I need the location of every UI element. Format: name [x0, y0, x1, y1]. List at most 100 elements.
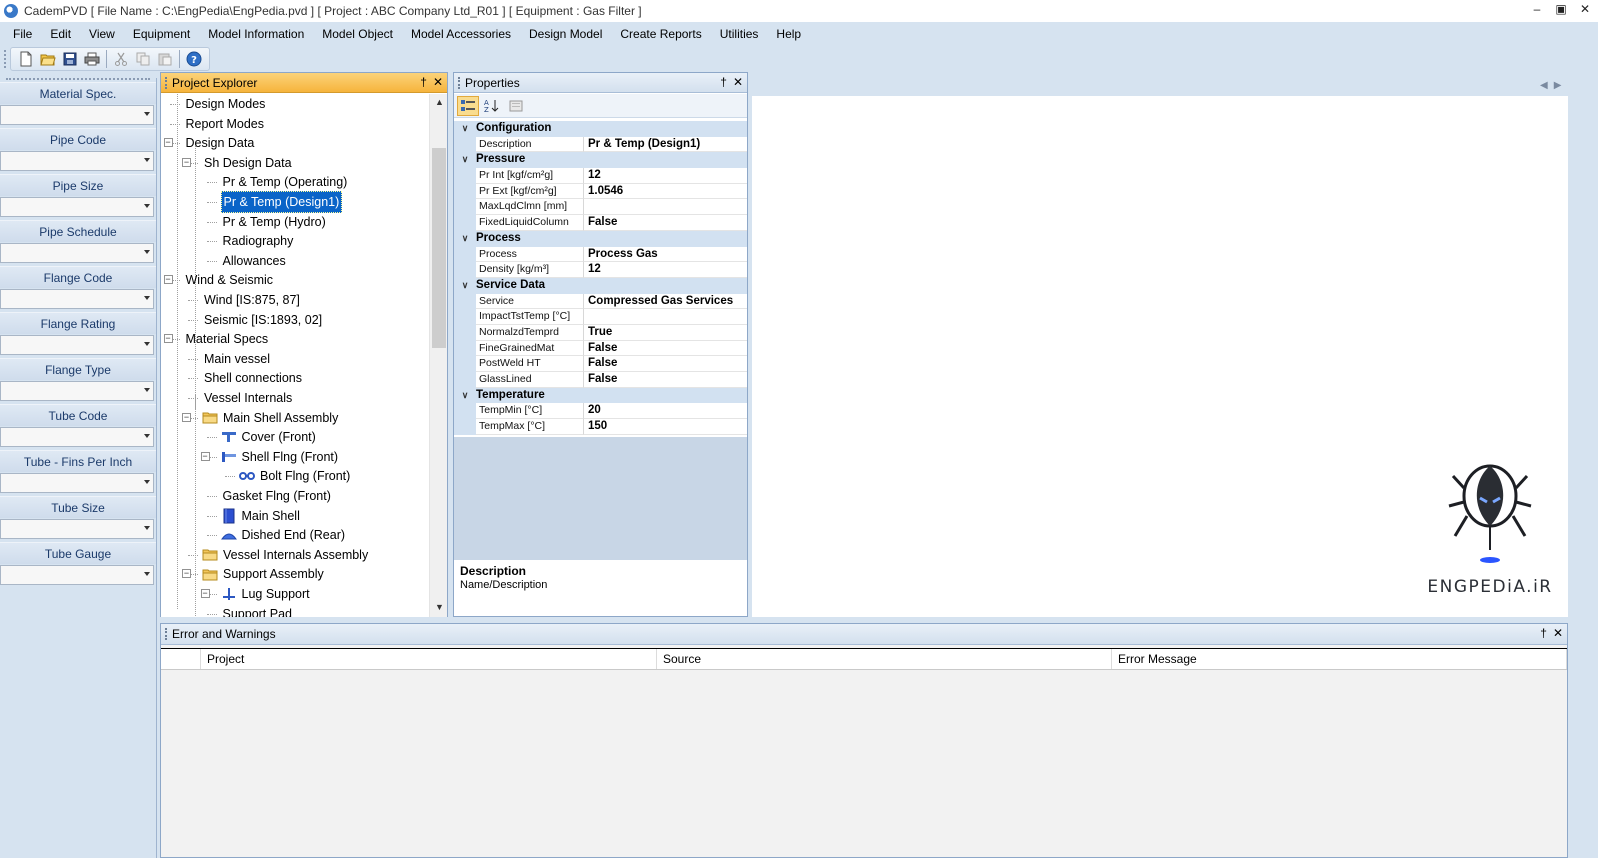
tree-node[interactable]: Seismic [IS:1893, 02] — [202, 310, 324, 330]
tree-node[interactable]: Cover (Front) — [221, 427, 318, 447]
field-dropdown[interactable] — [0, 381, 154, 401]
errors-header[interactable]: Error and Warnings † ✕ — [161, 624, 1567, 645]
menu-file[interactable]: File — [4, 22, 41, 46]
tree-node[interactable]: Shell Flng (Front) — [221, 447, 341, 467]
paste-icon[interactable] — [154, 48, 176, 70]
property-row[interactable]: MaxLqdClmn [mm] — [454, 199, 747, 216]
property-value[interactable]: 20 — [584, 403, 747, 420]
property-value[interactable]: Compressed Gas Services — [584, 294, 747, 310]
errors-column-header[interactable]: Source — [657, 649, 1112, 669]
property-value[interactable]: 12 — [584, 168, 747, 184]
tree-node[interactable]: Dished End (Rear) — [220, 525, 348, 545]
panel-grip[interactable] — [165, 76, 168, 89]
property-row[interactable]: Density [kg/m³] 12 — [454, 262, 747, 278]
menu-create-reports[interactable]: Create Reports — [611, 22, 710, 46]
property-value[interactable]: False — [584, 356, 747, 372]
property-row[interactable]: Service Compressed Gas Services — [454, 293, 747, 310]
property-value[interactable]: Pr & Temp (Design1) — [584, 137, 747, 153]
chevron-down-icon[interactable]: ∨ — [454, 278, 476, 294]
chevron-down-icon[interactable]: ∨ — [454, 231, 476, 247]
field-dropdown[interactable] — [0, 151, 154, 171]
property-row[interactable]: FixedLiquidColumn False — [454, 215, 747, 231]
tree-node[interactable]: Material Specs — [184, 329, 271, 349]
scrollbar-thumb[interactable] — [432, 148, 446, 348]
property-row[interactable]: Pr Int [kgf/cm²g] 12 — [454, 168, 747, 184]
property-value[interactable]: 12 — [584, 262, 747, 278]
chevron-down-icon[interactable] — [144, 526, 150, 530]
panel-grip[interactable] — [458, 76, 461, 89]
chevron-down-icon[interactable]: ∨ — [454, 388, 476, 404]
property-value[interactable]: 150 — [584, 419, 747, 435]
property-row[interactable]: Description Pr & Temp (Design1) — [454, 136, 747, 153]
menu-equipment[interactable]: Equipment — [124, 22, 199, 46]
errors-column-header[interactable]: Project — [201, 649, 657, 669]
tree-collapse-icon[interactable]: − — [182, 569, 191, 579]
tree-collapse-icon[interactable]: − — [163, 275, 173, 285]
property-value[interactable]: Process Gas — [584, 247, 747, 263]
property-category[interactable]: ∨ Temperature — [454, 387, 747, 404]
panel-grip[interactable] — [165, 628, 168, 640]
property-row[interactable]: TempMax [°C] 150 — [454, 419, 747, 435]
menu-help[interactable]: Help — [767, 22, 810, 46]
save-icon[interactable] — [59, 48, 81, 70]
property-value[interactable]: 1.0546 — [584, 184, 747, 200]
cut-icon[interactable] — [110, 48, 132, 70]
chevron-down-icon[interactable] — [144, 158, 150, 162]
tree-node[interactable]: Main vessel — [202, 349, 272, 369]
tree-node[interactable]: Sh Design Data — [202, 153, 294, 173]
open-folder-icon[interactable] — [37, 48, 59, 70]
print-icon[interactable] — [81, 48, 103, 70]
scroll-down-icon[interactable]: ▼ — [435, 602, 444, 612]
property-category[interactable]: ∨ Service Data — [454, 277, 747, 294]
pin-icon[interactable]: † — [420, 75, 427, 89]
menu-design-model[interactable]: Design Model — [520, 22, 611, 46]
tree-node[interactable]: Radiography — [221, 231, 296, 251]
field-dropdown[interactable] — [0, 565, 154, 585]
tree-node[interactable]: Wind & Seismic — [184, 270, 276, 290]
tree-node[interactable]: Support Pad — [221, 604, 295, 617]
property-row[interactable]: TempMin [°C] 20 — [454, 403, 747, 420]
chevron-down-icon[interactable] — [144, 480, 150, 484]
menu-view[interactable]: View — [80, 22, 124, 46]
tree-collapse-icon[interactable]: − — [200, 589, 210, 598]
properties-header[interactable]: Properties † ✕ — [454, 73, 747, 93]
property-row[interactable]: PostWeld HT False — [454, 356, 747, 372]
alphabetical-sort-icon[interactable]: AZ — [481, 96, 503, 116]
menu-model-object[interactable]: Model Object — [313, 22, 402, 46]
chevron-down-icon[interactable] — [144, 204, 150, 208]
close-button[interactable]: ✕ — [1578, 2, 1592, 16]
errors-column-header[interactable] — [161, 649, 201, 669]
property-value[interactable]: False — [584, 372, 747, 388]
pin-icon[interactable]: † — [720, 75, 727, 89]
help-icon[interactable]: ? — [183, 48, 205, 70]
property-row[interactable]: Pr Ext [kgf/cm²g] 1.0546 — [454, 183, 747, 200]
property-pages-icon[interactable] — [505, 96, 527, 116]
tree-node[interactable]: Report Modes — [184, 114, 267, 134]
chevron-down-icon[interactable]: ∨ — [454, 152, 476, 168]
nav-right-icon[interactable]: ▶ — [1554, 80, 1562, 91]
chevron-down-icon[interactable] — [144, 250, 150, 254]
pin-icon[interactable]: † — [1540, 626, 1547, 640]
property-row[interactable]: GlassLined False — [454, 372, 747, 388]
field-dropdown[interactable] — [0, 519, 154, 539]
tree-node[interactable]: Pr & Temp (Hydro) — [221, 212, 328, 232]
menu-model-information[interactable]: Model Information — [199, 22, 313, 46]
tree-collapse-icon[interactable]: − — [163, 334, 173, 344]
tree-node[interactable]: Vessel Internals — [202, 388, 294, 408]
tree-node[interactable]: Lug Support — [221, 584, 312, 604]
tree-collapse-icon[interactable]: − — [182, 157, 191, 167]
property-row[interactable]: ImpactTstTemp [°C] — [454, 309, 747, 325]
errors-column-header[interactable]: Error Message — [1112, 649, 1567, 669]
minimize-button[interactable]: – — [1530, 2, 1544, 16]
tree-node[interactable]: Bolt Flng (Front) — [239, 466, 352, 486]
property-value[interactable]: False — [584, 215, 747, 231]
tree-node[interactable]: Shell connections — [202, 368, 304, 388]
tree-scrollbar[interactable]: ▲ ▼ — [429, 94, 447, 617]
tree-node[interactable]: Pr & Temp (Operating) — [221, 172, 350, 192]
tree-node[interactable]: Pr & Temp (Design1) — [220, 191, 343, 213]
copy-icon[interactable] — [132, 48, 154, 70]
property-row[interactable]: Process Process Gas — [454, 246, 747, 263]
chevron-down-icon[interactable] — [144, 434, 150, 438]
tree-collapse-icon[interactable]: − — [200, 451, 210, 461]
property-row[interactable]: FineGrainedMat False — [454, 340, 747, 357]
